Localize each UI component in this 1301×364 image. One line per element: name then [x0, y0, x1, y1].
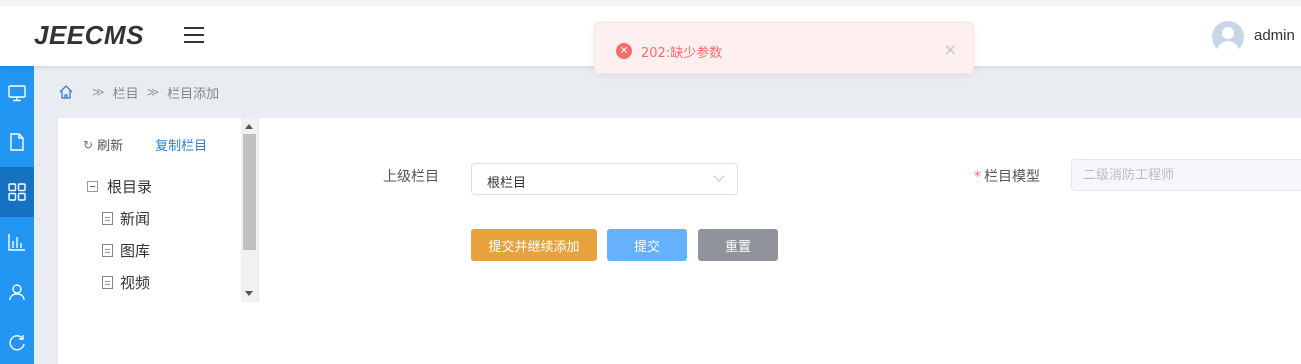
user-icon: [9, 284, 25, 301]
parent-column-value: 根栏目: [487, 176, 527, 191]
collapse-icon[interactable]: [87, 181, 98, 192]
menu-toggle-icon[interactable]: [184, 27, 204, 43]
refresh-button[interactable]: ↻ 刷新: [83, 135, 124, 155]
tree-node-gallery[interactable]: 图库: [102, 240, 150, 261]
error-toast: ✕ 202:缺少参数 ×: [594, 22, 974, 74]
file-icon: [102, 212, 113, 225]
chevron-down-icon: [713, 170, 725, 182]
column-tree-panel: ↻ 刷新 复制栏目 根目录 新闻 图库 视频: [58, 118, 258, 302]
column-model-input[interactable]: [1072, 160, 1301, 190]
breadcrumb-separator: ≫: [146, 85, 160, 99]
sidebar-item-statistics[interactable]: [0, 217, 34, 267]
tree-node-root[interactable]: 根目录: [87, 176, 152, 197]
tree-node-label: 图库: [120, 242, 151, 260]
sidebar-item-content[interactable]: [0, 117, 34, 167]
scroll-down-arrow-icon[interactable]: [245, 291, 253, 296]
document-icon: [10, 133, 24, 151]
refresh-icon: ↻: [83, 137, 94, 152]
copy-column-link[interactable]: 复制栏目: [155, 135, 207, 154]
tree-toolbar: ↻ 刷新 复制栏目: [83, 135, 207, 155]
toast-message: 202:缺少参数: [641, 46, 723, 61]
refresh-circle-icon: [9, 335, 25, 351]
submit-and-continue-button[interactable]: 提交并继续添加: [471, 229, 597, 261]
avatar[interactable]: [1212, 21, 1244, 53]
sidebar-item-users[interactable]: [0, 267, 34, 317]
breadcrumb-separator: ≫: [92, 85, 105, 99]
sidebar-item-columns[interactable]: [0, 167, 34, 217]
sidebar-item-system[interactable]: [0, 317, 34, 364]
tree-node-video[interactable]: 视频: [102, 272, 150, 293]
tree-node-label: 根目录: [107, 178, 153, 196]
breadcrumb-item-columns[interactable]: 栏目: [113, 83, 139, 102]
tree-node-news[interactable]: 新闻: [102, 208, 150, 229]
bar-chart-icon: [8, 234, 25, 251]
app-logo: JEECMS: [34, 20, 144, 50]
grid-icon: [8, 183, 26, 201]
sidebar-item-dashboard[interactable]: [0, 68, 34, 118]
scroll-thumb[interactable]: [243, 134, 256, 250]
file-icon: [102, 276, 113, 289]
tree-node-label: 新闻: [120, 210, 151, 228]
file-icon: [102, 244, 113, 257]
home-icon[interactable]: [58, 84, 74, 100]
monitor-icon: [8, 85, 26, 102]
close-icon[interactable]: ×: [944, 40, 957, 59]
column-model-label: * 栏目模型: [974, 166, 1040, 186]
submit-button[interactable]: 提交: [607, 229, 687, 261]
refresh-label: 刷新: [97, 139, 124, 154]
required-mark: *: [974, 169, 981, 185]
breadcrumb-item-add-column: 栏目添加: [167, 86, 220, 102]
tree-node-label: 视频: [120, 274, 151, 292]
error-icon: ✕: [616, 43, 632, 59]
parent-column-select[interactable]: 根栏目: [471, 163, 738, 195]
scroll-up-arrow-icon[interactable]: [245, 124, 253, 129]
username[interactable]: admin: [1254, 27, 1295, 44]
breadcrumb: ≫ 栏目 ≫ 栏目添加: [58, 82, 219, 102]
column-model-field[interactable]: [1071, 159, 1301, 191]
parent-column-label: 上级栏目: [383, 169, 439, 185]
column-model-label-text: 栏目模型: [984, 169, 1040, 185]
sidebar: [0, 66, 34, 364]
column-form-panel: [259, 118, 1301, 364]
tree-scrollbar[interactable]: [241, 118, 258, 302]
reset-button[interactable]: 重置: [698, 229, 778, 261]
